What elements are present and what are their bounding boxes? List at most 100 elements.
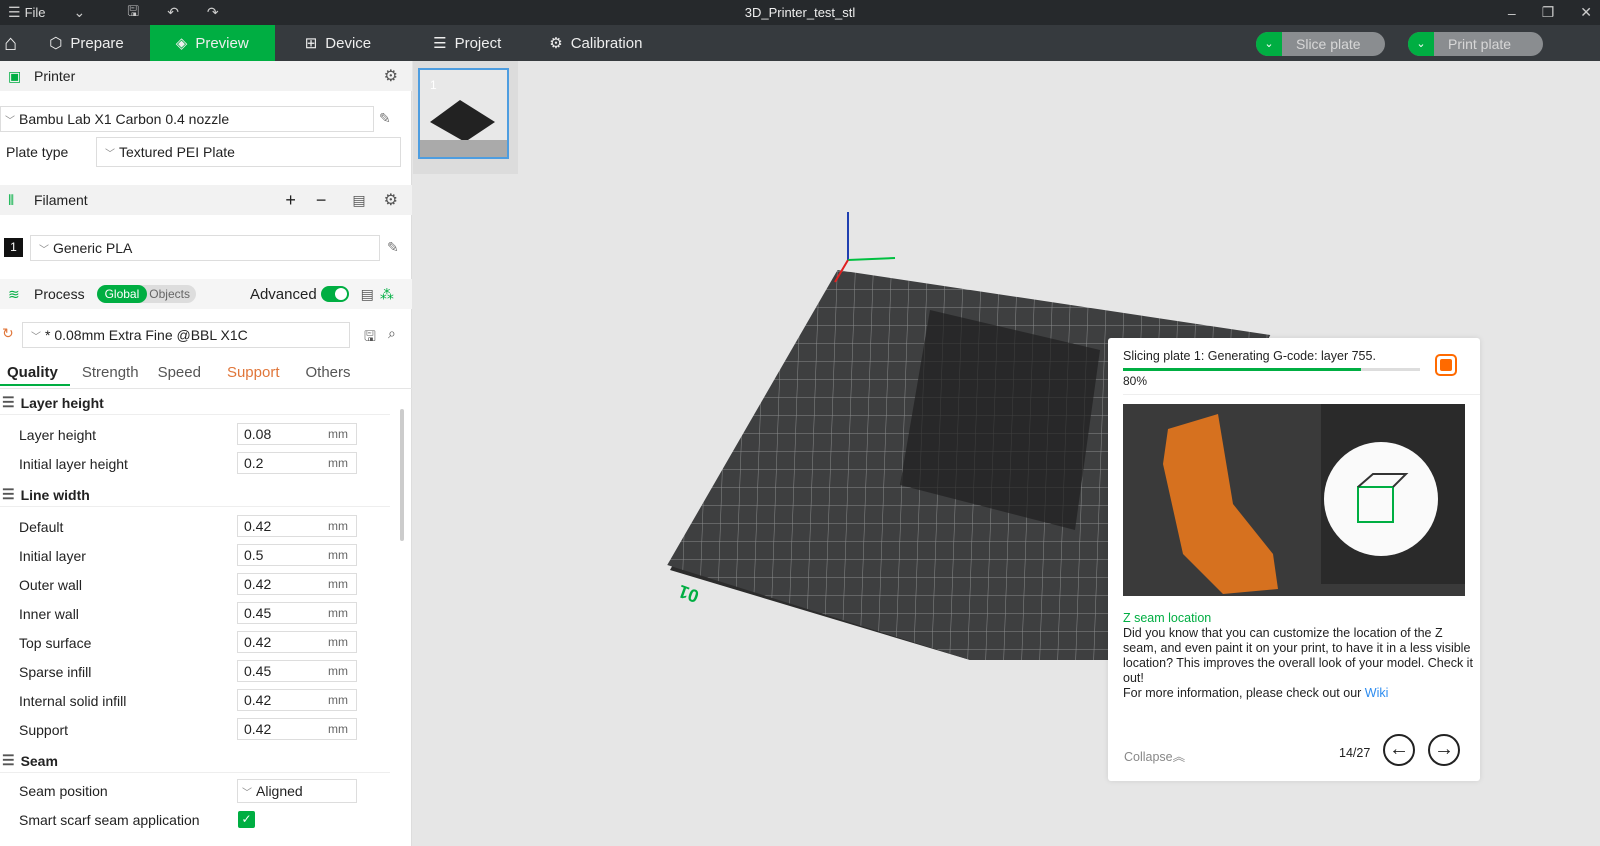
wiki-link[interactable]: Wiki (1365, 686, 1389, 700)
tab-prepare[interactable]: ⬡ Prepare (27, 25, 149, 61)
next-tip-button[interactable]: → (1428, 734, 1460, 766)
printer-select[interactable]: ﹀ Bambu Lab X1 Carbon 0.4 nozzle (0, 106, 374, 132)
group-title: Seam (20, 752, 58, 769)
slicing-progress-popup: Slicing plate 1: Generating G-code: laye… (1108, 338, 1480, 781)
reset-icon[interactable]: ↻ (2, 325, 14, 342)
setting-input[interactable]: 0.45 mm (237, 602, 357, 624)
progress-percent: 80% (1123, 374, 1148, 388)
add-filament-button[interactable]: + (285, 190, 296, 211)
setting-input[interactable]: 0.42 mm (237, 689, 357, 711)
undo-icon[interactable]: ↶ (167, 4, 179, 21)
seam-position-label: Seam position (19, 783, 108, 799)
setting-label: Sparse infill (19, 664, 92, 680)
menu-icon[interactable]: ☰ (8, 4, 21, 21)
plate-type-label: Plate type (6, 144, 69, 160)
slice-plate-button[interactable]: ⌄ Slice plate (1256, 32, 1385, 56)
home-button[interactable]: ⌂ (0, 25, 27, 61)
group-line_width: ☰ Line width (0, 483, 390, 507)
setting-input[interactable]: 0.42 mm (237, 718, 357, 740)
list-icon[interactable]: ▤ (361, 286, 374, 303)
gear-icon[interactable]: ⚙ (384, 66, 398, 86)
process-profile-select[interactable]: ﹀ * 0.08mm Extra Fine @BBL X1C (22, 322, 350, 348)
tab-label: Prepare (70, 34, 124, 52)
process-heading: Process (34, 286, 85, 302)
setting-input[interactable]: 0.45 mm (237, 660, 357, 682)
chevron-down-icon[interactable]: ⌄ (74, 4, 86, 21)
redo-icon[interactable]: ↷ (207, 4, 219, 21)
setting-unit: mm (328, 519, 348, 533)
filament-select[interactable]: ﹀ Generic PLA (30, 235, 380, 261)
setting-input[interactable]: 0.42 mm (237, 631, 357, 653)
file-menu[interactable]: File (25, 5, 46, 20)
edit-icon[interactable]: ✎ (379, 110, 391, 127)
setting-input[interactable]: 0.42 mm (237, 573, 357, 595)
objects-option[interactable]: Objects (147, 285, 196, 303)
setting-label: Outer wall (19, 577, 83, 593)
save-icon[interactable]: 🖫 (364, 326, 376, 350)
setting-value: 0.42 (244, 634, 272, 650)
tab-project[interactable]: ☰ Project (397, 25, 527, 61)
setting-input[interactable]: 0.2 mm (237, 452, 357, 474)
close-icon[interactable]: ✕ (1580, 4, 1592, 21)
tab-calibration[interactable]: ⚙ Calibration (527, 25, 668, 61)
tab-strength[interactable]: Strength (70, 364, 151, 386)
scarf-seam-checkbox[interactable]: ✓ (238, 811, 255, 828)
setting-unit: mm (328, 456, 348, 470)
setting-value: 0.42 (244, 721, 272, 737)
collapse-label: Collapse (1124, 750, 1173, 764)
setting-value: 0.45 (244, 605, 272, 621)
previous-tip-button[interactable]: ← (1383, 734, 1415, 766)
chevron-down-icon: ﹀ (105, 148, 115, 160)
filament-sync-icon[interactable]: ▤ (352, 192, 365, 209)
tab-preview[interactable]: ◈ Preview (149, 25, 275, 61)
compare-icon[interactable]: ⁂ (380, 286, 394, 303)
scrollbar[interactable] (400, 409, 404, 541)
filament-section: ⦀ Filament + − ▤ ⚙ (0, 185, 412, 215)
seam-position-select[interactable]: ﹀ Aligned (237, 779, 357, 803)
setting-value: 0.42 (244, 692, 272, 708)
filament-slot[interactable]: 1 (4, 238, 23, 257)
setting-value: 0.2 (244, 455, 264, 471)
group-layer_height: ☰ Layer height (0, 391, 390, 415)
global-objects-toggle[interactable]: Global Objects (96, 285, 196, 303)
gear-icon[interactable]: ⚙ (384, 190, 398, 210)
filament-name: Generic PLA (53, 240, 133, 256)
collapse-button[interactable]: Collapse︽ (1124, 746, 1185, 765)
restore-icon[interactable]: ❐ (1542, 4, 1555, 21)
tab-label: Preview (195, 34, 249, 52)
tip-body: Did you know that you can customize the … (1123, 626, 1473, 685)
plate-type-value: Textured PEI Plate (119, 144, 235, 160)
print-plate-label: Print plate (1448, 36, 1512, 52)
remove-filament-button[interactable]: − (316, 190, 327, 211)
setting-input[interactable]: 0.42 mm (237, 515, 357, 537)
setting-input[interactable]: 0.5 mm (237, 544, 357, 566)
tab-others[interactable]: Others (292, 364, 363, 386)
global-option[interactable]: Global (96, 285, 148, 303)
tab-device[interactable]: ⊞ Device (275, 25, 397, 61)
plate-thumbnail[interactable]: 1 (413, 61, 518, 174)
y-axis (847, 257, 896, 261)
chevron-down-icon[interactable]: ⌄ (1256, 32, 1282, 56)
chevron-up-icon: ︽ (1172, 750, 1186, 764)
toggle-knob (334, 288, 347, 300)
setting-unit: mm (328, 427, 348, 441)
setting-value: 0.42 (244, 518, 272, 534)
save-icon[interactable]: 🖫 (127, 1, 139, 25)
plate-type-select[interactable]: ﹀ Textured PEI Plate (96, 137, 401, 167)
tab-speed[interactable]: Speed (151, 364, 213, 386)
print-plate-button[interactable]: ⌄ Print plate (1408, 32, 1544, 56)
setting-label: Layer height (19, 427, 97, 443)
chevron-down-icon[interactable]: ⌄ (1408, 32, 1434, 56)
advanced-toggle[interactable] (320, 286, 349, 302)
tip-image (1123, 404, 1465, 596)
edit-icon[interactable]: ✎ (387, 239, 399, 256)
tab-quality[interactable]: Quality (0, 364, 70, 386)
minimize-icon[interactable]: – (1508, 5, 1516, 21)
tab-support[interactable]: Support (213, 364, 292, 386)
setting-unit: mm (328, 606, 348, 620)
search-icon[interactable]: ⌕ (388, 325, 396, 342)
setting-input[interactable]: 0.08 mm (237, 423, 357, 445)
setting-label: Initial layer (19, 548, 86, 564)
stop-slicing-button[interactable] (1435, 354, 1457, 376)
group-title: Line width (20, 486, 90, 503)
